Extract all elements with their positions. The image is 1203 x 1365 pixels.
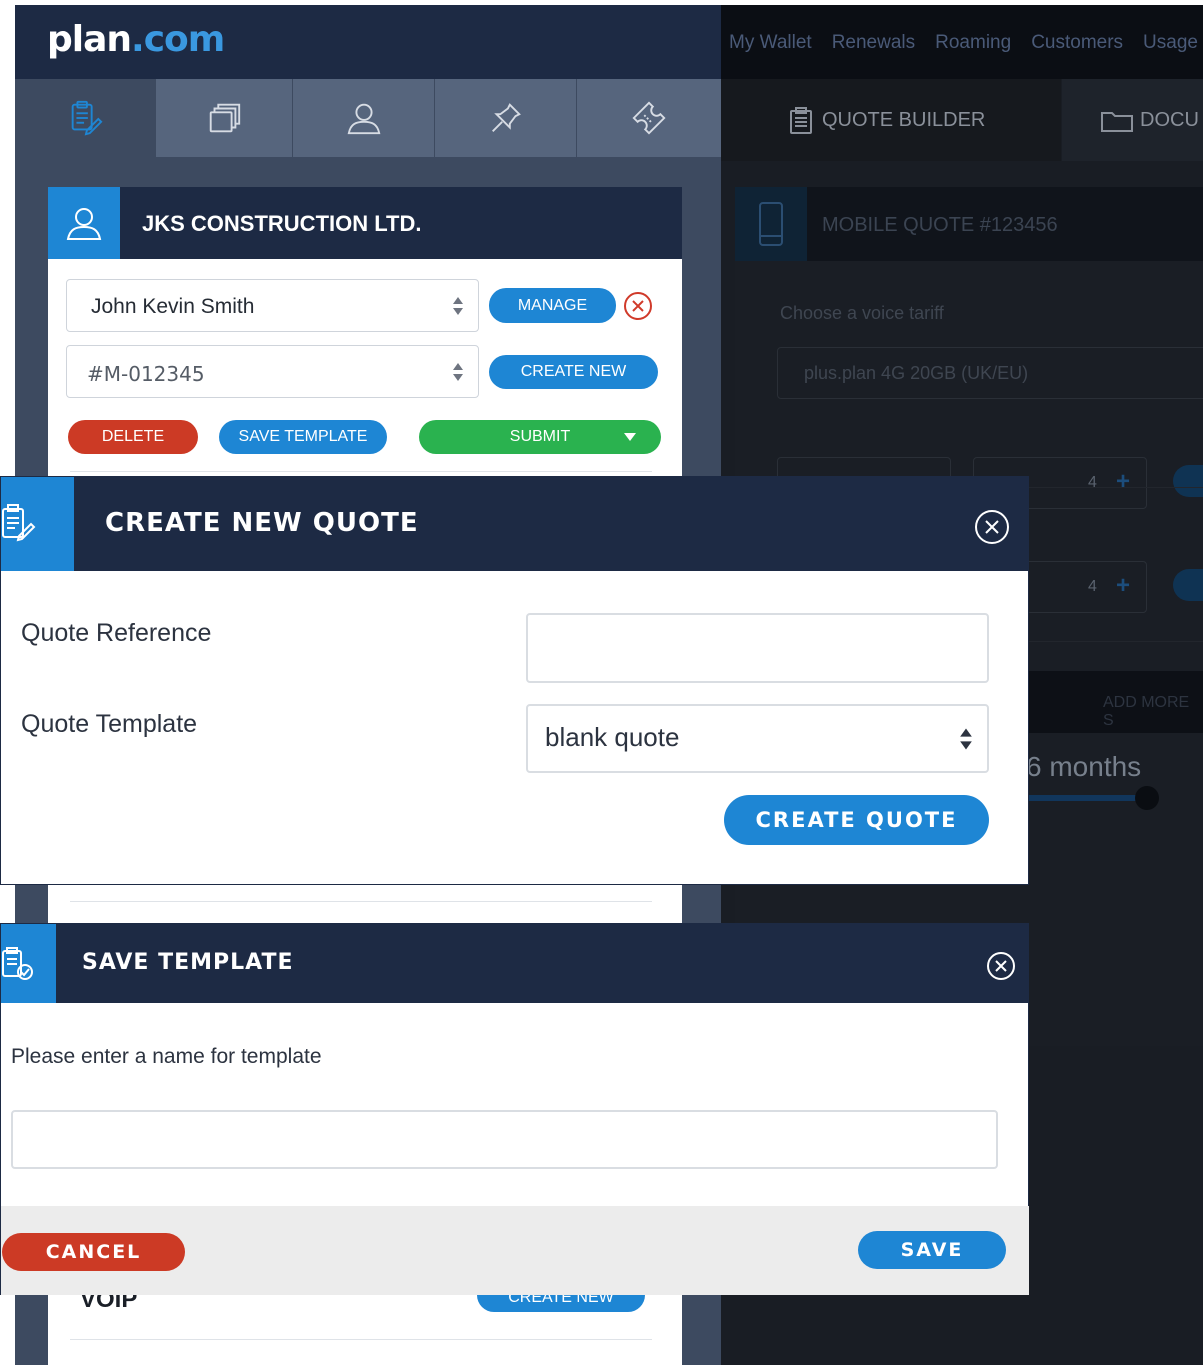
folder-icon bbox=[1101, 112, 1133, 132]
nav-renewals[interactable]: Renewals bbox=[832, 32, 915, 54]
phone-icon-box bbox=[735, 187, 807, 261]
close-icon[interactable] bbox=[974, 509, 1010, 545]
contact-value: John Kevin Smith bbox=[91, 295, 255, 318]
create-new-button[interactable]: CREATE NEW bbox=[489, 355, 658, 389]
clipboard-icon bbox=[790, 107, 812, 134]
term-slider-handle[interactable] bbox=[1135, 786, 1159, 810]
manage-button[interactable]: MANAGE bbox=[489, 288, 616, 323]
quote-template-value: blank quote bbox=[545, 722, 680, 752]
tab-documents-builder-label: DOCU bbox=[1140, 109, 1199, 131]
account-select[interactable]: #M-012345 bbox=[66, 345, 479, 398]
tariff-value: plus.plan 4G 20GB (UK/EU) bbox=[804, 363, 1029, 383]
customer-icon-box bbox=[48, 187, 120, 259]
quantity-value-2: 4 bbox=[1088, 578, 1097, 595]
quote-template-select[interactable]: blank quote bbox=[526, 704, 989, 773]
save-button[interactable]: SAVE bbox=[858, 1231, 1006, 1269]
tariff-select[interactable]: plus.plan 4G 20GB (UK/EU) bbox=[777, 347, 1203, 399]
divider bbox=[70, 471, 652, 472]
mobile-quote-header: MOBILE QUOTE #123456 bbox=[735, 187, 1203, 261]
tab-tickets[interactable] bbox=[577, 79, 721, 157]
tab-quotes[interactable] bbox=[15, 79, 155, 157]
tab-documents[interactable] bbox=[156, 79, 292, 157]
nav-my-wallet[interactable]: My Wallet bbox=[729, 32, 812, 54]
submit-button[interactable]: SUBMIT bbox=[419, 420, 661, 454]
term-slider-track[interactable] bbox=[1021, 795, 1147, 801]
save-template-modal: SAVE TEMPLATE Please enter a name for te… bbox=[0, 923, 1029, 1295]
plus-icon[interactable]: + bbox=[1116, 468, 1130, 496]
documents-icon bbox=[209, 103, 241, 133]
create-quote-modal: CREATE NEW QUOTE Quote Reference Quote T… bbox=[0, 476, 1029, 885]
divider bbox=[70, 1339, 652, 1340]
clipboard-edit-icon bbox=[71, 100, 103, 136]
create-quote-modal-title: CREATE NEW QUOTE bbox=[105, 508, 419, 538]
clipboard-edit-icon bbox=[2, 504, 36, 542]
quantity-value-1: 4 bbox=[1088, 474, 1097, 491]
select-arrows-icon bbox=[453, 296, 463, 315]
tab-pinned[interactable] bbox=[435, 79, 576, 157]
contact-select[interactable]: John Kevin Smith bbox=[66, 279, 479, 332]
mobile-quote-title: MOBILE QUOTE #123456 bbox=[822, 214, 1058, 236]
user-icon bbox=[347, 103, 380, 135]
modal-icon-box bbox=[1, 477, 74, 571]
save-template-modal-title: SAVE TEMPLATE bbox=[82, 950, 294, 975]
quote-template-label: Quote Template bbox=[21, 710, 198, 738]
close-icon[interactable] bbox=[986, 951, 1016, 981]
term-months-label: 6 months bbox=[1026, 751, 1142, 782]
nav-customers[interactable]: Customers bbox=[1031, 32, 1123, 54]
quote-reference-input[interactable] bbox=[526, 613, 989, 683]
select-arrows-icon bbox=[960, 728, 972, 749]
plan-logo[interactable]: plan.com bbox=[47, 19, 225, 60]
top-navigation: My Wallet Renewals Roaming Customers Usa… bbox=[721, 5, 1203, 79]
app-header: plan.com bbox=[15, 5, 721, 79]
chevron-down-icon[interactable] bbox=[623, 432, 637, 442]
remove-contact-icon[interactable] bbox=[623, 291, 653, 321]
account-value: #M-012345 bbox=[87, 362, 205, 386]
tariff-label: Choose a voice tariff bbox=[780, 303, 944, 323]
select-arrows-icon bbox=[453, 362, 463, 381]
tab-quote-builder[interactable]: QUOTE BUILDER bbox=[721, 79, 1061, 161]
delete-button[interactable]: DELETE bbox=[68, 420, 198, 454]
tab-documents-builder[interactable]: DOCU bbox=[1062, 79, 1203, 161]
nav-roaming[interactable]: Roaming bbox=[935, 32, 1011, 54]
line-action-button-1[interactable] bbox=[1173, 465, 1203, 497]
cancel-button[interactable]: CANCEL bbox=[2, 1233, 185, 1271]
customer-company-name: JKS CONSTRUCTION LTD. bbox=[142, 211, 422, 236]
template-name-input[interactable] bbox=[11, 1110, 998, 1169]
create-quote-button[interactable]: CREATE QUOTE bbox=[724, 795, 989, 845]
tab-quote-builder-label: QUOTE BUILDER bbox=[822, 109, 986, 131]
modal-icon-box bbox=[1, 924, 56, 1003]
user-icon bbox=[66, 208, 102, 240]
line-action-button-2[interactable] bbox=[1173, 569, 1203, 601]
tab-contacts[interactable] bbox=[293, 79, 434, 157]
save-template-button[interactable]: SAVE TEMPLATE bbox=[219, 420, 387, 454]
pin-icon bbox=[491, 103, 521, 132]
plus-icon[interactable]: + bbox=[1116, 572, 1130, 600]
quote-reference-label: Quote Reference bbox=[21, 619, 212, 647]
clipboard-check-icon bbox=[2, 947, 33, 980]
add-more-label: ADD MORE S bbox=[1103, 694, 1190, 729]
phone-icon bbox=[759, 202, 783, 246]
ticket-icon bbox=[632, 101, 666, 135]
divider bbox=[70, 901, 652, 902]
submit-label: SUBMIT bbox=[509, 428, 571, 445]
template-name-prompt: Please enter a name for template bbox=[11, 1045, 322, 1068]
nav-usage[interactable]: Usage bbox=[1143, 32, 1198, 54]
